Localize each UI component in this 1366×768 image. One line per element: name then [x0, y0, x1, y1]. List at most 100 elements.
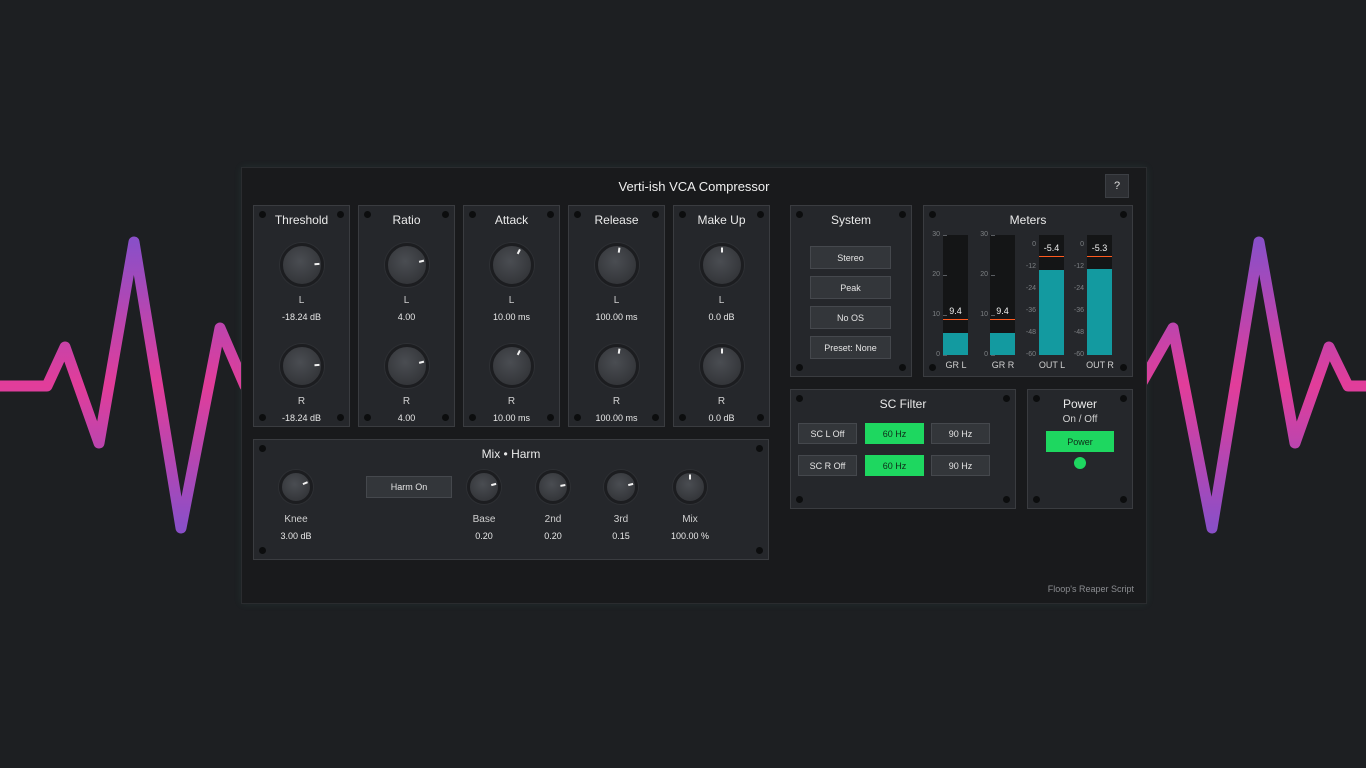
knee-knob[interactable]: [279, 470, 313, 504]
gr-l-peak-line: [943, 319, 968, 320]
footer-credit: Floop's Reaper Script: [1047, 584, 1134, 594]
base-label: Base: [472, 514, 496, 525]
attack-left-knob-indicator: [516, 248, 521, 255]
attack-right-label: R: [507, 396, 516, 407]
out-r-meter: -5.3: [1087, 235, 1112, 355]
preset-button[interactable]: Preset: None: [810, 336, 891, 359]
out-r-label: OUT R: [1086, 360, 1114, 370]
release-right-knob-indicator: [617, 348, 621, 354]
3rd-value: 0.15: [612, 531, 630, 541]
gr-scale-label: 30: [980, 231, 988, 238]
make-up-left-knob[interactable]: [700, 243, 744, 287]
gr-scale-tick: [991, 235, 995, 236]
mix-knob[interactable]: [673, 470, 707, 504]
attack-right-knob[interactable]: [490, 344, 534, 388]
out-scale-label: -36: [1073, 307, 1084, 314]
2nd-knob-indicator: [560, 484, 566, 487]
out-l-peak-line: [1039, 256, 1064, 257]
gr-scale-tick: [943, 315, 947, 316]
3rd-knob-indicator: [628, 482, 634, 487]
ratio-left-knob-indicator: [418, 259, 425, 263]
sc-right-toggle-button[interactable]: SC R Off: [798, 455, 857, 476]
gr-l-meter-fill: [943, 333, 968, 355]
make-up-left-value: 0.0 dB: [708, 312, 735, 322]
out-l-meter: -5.4: [1039, 235, 1064, 355]
attack-panel: Attack L 10.00 ms R 10.00 ms: [463, 205, 560, 427]
sc-left-90hz-button[interactable]: 90 Hz: [931, 423, 990, 444]
sc-left-toggle-button[interactable]: SC L Off: [798, 423, 857, 444]
attack-left-knob[interactable]: [490, 243, 534, 287]
attack-right-knob-indicator: [516, 349, 521, 356]
out-scale-label: -48: [1025, 329, 1036, 336]
power-subtitle: On / Off: [1062, 414, 1098, 425]
out-scale-label: 0: [1080, 241, 1084, 248]
release-left-label: L: [613, 295, 620, 306]
ratio-right-value: 4.00: [397, 413, 416, 423]
power-panel: Power On / Off Power: [1027, 389, 1133, 509]
out-r-readout: -5.3: [1091, 243, 1108, 253]
2nd-control: 2nd 0.20: [522, 440, 584, 561]
ratio-left-knob[interactable]: [385, 243, 429, 287]
power-button[interactable]: Power: [1046, 431, 1114, 452]
sc-filter-panel: SC Filter SC L Off 60 Hz 90 Hz SC R Off …: [790, 389, 1016, 509]
3rd-control: 3rd 0.15: [590, 440, 652, 561]
power-title: Power: [1062, 397, 1097, 411]
release-right-knob[interactable]: [595, 344, 639, 388]
mix-knob-indicator: [689, 474, 691, 480]
make-up-left-knob-indicator: [721, 247, 723, 253]
ratio-right-knob[interactable]: [385, 344, 429, 388]
ratio-panel: Ratio L 4.00 R 4.00: [358, 205, 455, 427]
gr-r-peak-line: [990, 319, 1015, 320]
threshold-left-knob-indicator: [314, 262, 320, 266]
out-scale-label: -24: [1025, 285, 1036, 292]
sc-filter-title: SC Filter: [879, 397, 927, 411]
release-title: Release: [594, 213, 639, 227]
threshold-right-knob[interactable]: [280, 344, 324, 388]
attack-title: Attack: [494, 213, 529, 227]
harm-on-button[interactable]: Harm On: [366, 476, 452, 498]
mix-control: Mix 100.00 %: [659, 440, 721, 561]
base-knob[interactable]: [467, 470, 501, 504]
2nd-knob[interactable]: [536, 470, 570, 504]
gr-scale-tick: [991, 315, 995, 316]
release-left-knob[interactable]: [595, 243, 639, 287]
3rd-knob[interactable]: [604, 470, 638, 504]
make-up-right-knob[interactable]: [700, 344, 744, 388]
threshold-left-value: -18.24 dB: [281, 312, 322, 322]
gr-scale-tick: [991, 275, 995, 276]
gr-r-meter-fill: [990, 333, 1015, 355]
out-scale-label: 0: [1032, 241, 1036, 248]
sc-left-60hz-button[interactable]: 60 Hz: [865, 423, 924, 444]
2nd-value: 0.20: [544, 531, 562, 541]
threshold-right-knob-indicator: [314, 363, 320, 367]
base-knob-indicator: [491, 482, 497, 487]
gr-scale-label: 10: [932, 311, 940, 318]
make-up-right-knob-indicator: [721, 348, 723, 354]
peak-button[interactable]: Peak: [810, 276, 891, 299]
threshold-left-knob[interactable]: [280, 243, 324, 287]
threshold-left-label: L: [298, 295, 305, 306]
knee-control: Knee 3.00 dB: [265, 440, 327, 561]
gr-scale-tick: [943, 275, 947, 276]
out-r-meter-fill: [1087, 268, 1112, 355]
system-title: System: [830, 213, 871, 227]
ratio-right-knob-indicator: [418, 360, 425, 364]
release-right-value: 100.00 ms: [595, 413, 638, 423]
out-scale-label: -12: [1025, 263, 1036, 270]
gr-scale-label: 0: [936, 351, 940, 358]
mix-value: 100.00 %: [670, 531, 710, 541]
sc-right-60hz-button[interactable]: 60 Hz: [865, 455, 924, 476]
2nd-label: 2nd: [544, 514, 562, 525]
make-up-left-label: L: [718, 295, 725, 306]
out-l-meter-fill: [1039, 269, 1064, 355]
stereo-button[interactable]: Stereo: [810, 246, 891, 269]
out-r-peak-line: [1087, 256, 1112, 257]
gr-l-label: GR L: [945, 360, 967, 370]
sc-right-90hz-button[interactable]: 90 Hz: [931, 455, 990, 476]
help-button[interactable]: ?: [1105, 174, 1129, 198]
release-left-knob-indicator: [617, 247, 621, 253]
release-right-label: R: [612, 396, 621, 407]
oversampling-button[interactable]: No OS: [810, 306, 891, 329]
out-scale-label: -12: [1073, 263, 1084, 270]
out-scale-label: -36: [1025, 307, 1036, 314]
